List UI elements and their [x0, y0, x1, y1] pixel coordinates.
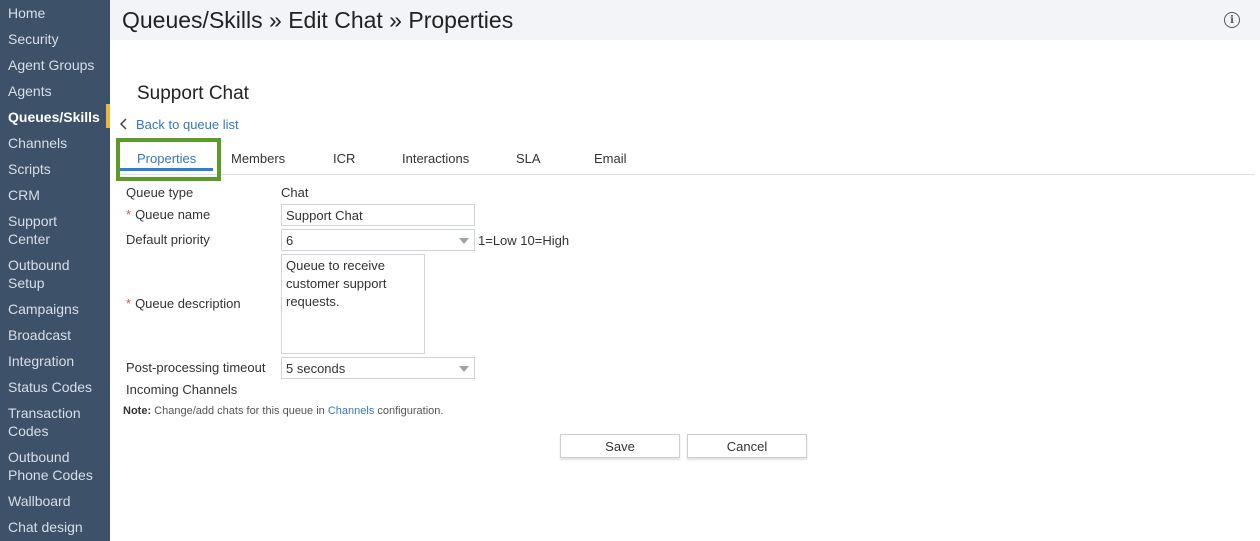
sidebar-item-crm[interactable]: CRM — [0, 186, 110, 204]
back-to-queue-list-link[interactable]: Back to queue list — [116, 116, 239, 132]
description-line: Queue to receive — [286, 258, 386, 273]
default-priority-value: 6 — [286, 233, 294, 248]
sidebar-item-wallboard[interactable]: Wallboard — [0, 492, 110, 510]
info-icon[interactable]: i — [1224, 12, 1240, 28]
queue-name-label: * Queue name — [126, 207, 210, 222]
sidebar-item-label: Channels — [8, 135, 68, 151]
tab-sla[interactable]: SLA — [516, 151, 541, 166]
queue-name-input[interactable] — [281, 204, 475, 226]
description-line: customer support — [286, 276, 387, 291]
queue-type-value: Chat — [281, 185, 309, 200]
sidebar-item-label: Chat design — [8, 519, 83, 535]
sidebar-item-label: Integration — [8, 353, 75, 369]
sidebar-item-queues-skills[interactable]: Queues/Skills — [0, 108, 110, 126]
save-button[interactable]: Save — [560, 434, 680, 458]
sidebar-item-label: Queues/Skills — [8, 109, 100, 125]
sidebar-item-home[interactable]: Home — [0, 4, 110, 22]
sidebar-item-label: Scripts — [8, 161, 51, 177]
sidebar-item-label: Security — [8, 31, 59, 47]
sidebar-item-agents[interactable]: Agents — [0, 82, 110, 100]
description-line: requests. — [286, 294, 340, 309]
dropdown-arrow-icon — [459, 238, 469, 244]
default-priority-label: Default priority — [126, 232, 210, 247]
sidebar-item-label: Broadcast — [8, 327, 72, 343]
tab-bar: Properties Members ICR Interactions SLA … — [116, 138, 1254, 181]
queue-title: Support Chat — [137, 83, 249, 104]
sidebar-item-label: Outbound — [8, 449, 70, 465]
active-item-marker — [106, 104, 110, 128]
queue-type-label: Queue type — [126, 185, 194, 200]
sidebar-item-label: Outbound — [8, 257, 70, 273]
note-text-before: Change/add chats for this queue in — [151, 405, 328, 417]
post-processing-timeout-select[interactable]: 5 seconds — [281, 357, 475, 379]
channels-note: Note: Change/add chats for this queue in… — [123, 405, 443, 417]
sidebar-item-broadcast[interactable]: Broadcast — [0, 326, 110, 344]
tab-members[interactable]: Members — [231, 151, 285, 166]
required-mark: * — [126, 296, 132, 311]
tab-properties[interactable]: Properties — [137, 151, 196, 166]
tab-icr[interactable]: ICR — [333, 151, 355, 166]
sidebar-item-label: Home — [8, 5, 46, 21]
sidebar-item-label: CRM — [8, 187, 40, 203]
dropdown-arrow-icon — [459, 366, 469, 372]
sidebar-item-label: Transaction — [8, 405, 81, 421]
sidebar-item-label: Wallboard — [8, 493, 71, 509]
tab-interactions[interactable]: Interactions — [402, 151, 469, 166]
default-priority-select[interactable]: 6 — [281, 229, 475, 251]
page-title: Queues/Skills » Edit Chat » Properties — [122, 7, 514, 33]
sidebar-item-label-line2: Setup — [8, 275, 45, 291]
sidebar-item-label: Status Codes — [8, 379, 93, 395]
sidebar-item-scripts[interactable]: Scripts — [0, 160, 110, 178]
sidebar-item-label-line2: Codes — [8, 423, 49, 439]
chevron-left-icon — [119, 118, 127, 130]
sidebar-item-label-line2: Phone Codes — [8, 467, 93, 483]
required-mark: * — [126, 207, 132, 222]
queue-description-textarea[interactable]: Queue to receive customer support reques… — [281, 254, 425, 354]
sidebar-item-label: Agent Groups — [8, 57, 95, 73]
sidebar-item-label: Campaigns — [8, 301, 79, 317]
note-text-after: configuration. — [374, 405, 444, 417]
sidebar-item-label-line2: Center — [8, 231, 51, 247]
page-header: Queues/Skills » Edit Chat » Properties i — [110, 0, 1260, 40]
sidebar-item-security[interactable]: Security — [0, 30, 110, 48]
back-link-label: Back to queue list — [136, 116, 239, 132]
sidebar-item-transaction-codes[interactable]: Transaction Codes — [0, 404, 110, 440]
post-processing-timeout-label: Post-processing timeout — [126, 360, 266, 375]
incoming-channels-label: Incoming Channels — [126, 382, 238, 397]
sidebar-item-channels[interactable]: Channels — [0, 134, 110, 152]
note-prefix: Note: — [123, 405, 152, 417]
sidebar-item-label: Agents — [8, 83, 52, 99]
channels-link[interactable]: Channels — [328, 405, 374, 417]
sidebar-nav: Home Security Agent Groups Agents Queues… — [0, 0, 110, 541]
cancel-button[interactable]: Cancel — [687, 434, 807, 458]
priority-hint: 1=Low 10=High — [478, 233, 570, 248]
tab-email[interactable]: Email — [594, 151, 627, 166]
queue-description-label: * Queue description — [126, 296, 241, 311]
queue-name-label-text: Queue name — [135, 207, 211, 222]
sidebar-item-outbound-setup[interactable]: Outbound Setup — [0, 256, 110, 292]
sidebar-item-integration[interactable]: Integration — [0, 352, 110, 370]
sidebar-item-campaigns[interactable]: Campaigns — [0, 300, 110, 318]
active-tab-underline — [120, 168, 213, 171]
sidebar-item-agent-groups[interactable]: Agent Groups — [0, 56, 110, 74]
sidebar-item-label: Support — [8, 213, 58, 229]
queue-description-label-text: Queue description — [135, 296, 241, 311]
sidebar-item-support-center[interactable]: Support Center — [0, 212, 110, 248]
sidebar-item-outbound-phone-codes[interactable]: Outbound Phone Codes — [0, 448, 110, 484]
post-processing-timeout-value: 5 seconds — [286, 361, 346, 376]
sidebar-item-status-codes[interactable]: Status Codes — [0, 378, 110, 396]
sidebar-item-chat-design[interactable]: Chat design — [0, 518, 110, 536]
